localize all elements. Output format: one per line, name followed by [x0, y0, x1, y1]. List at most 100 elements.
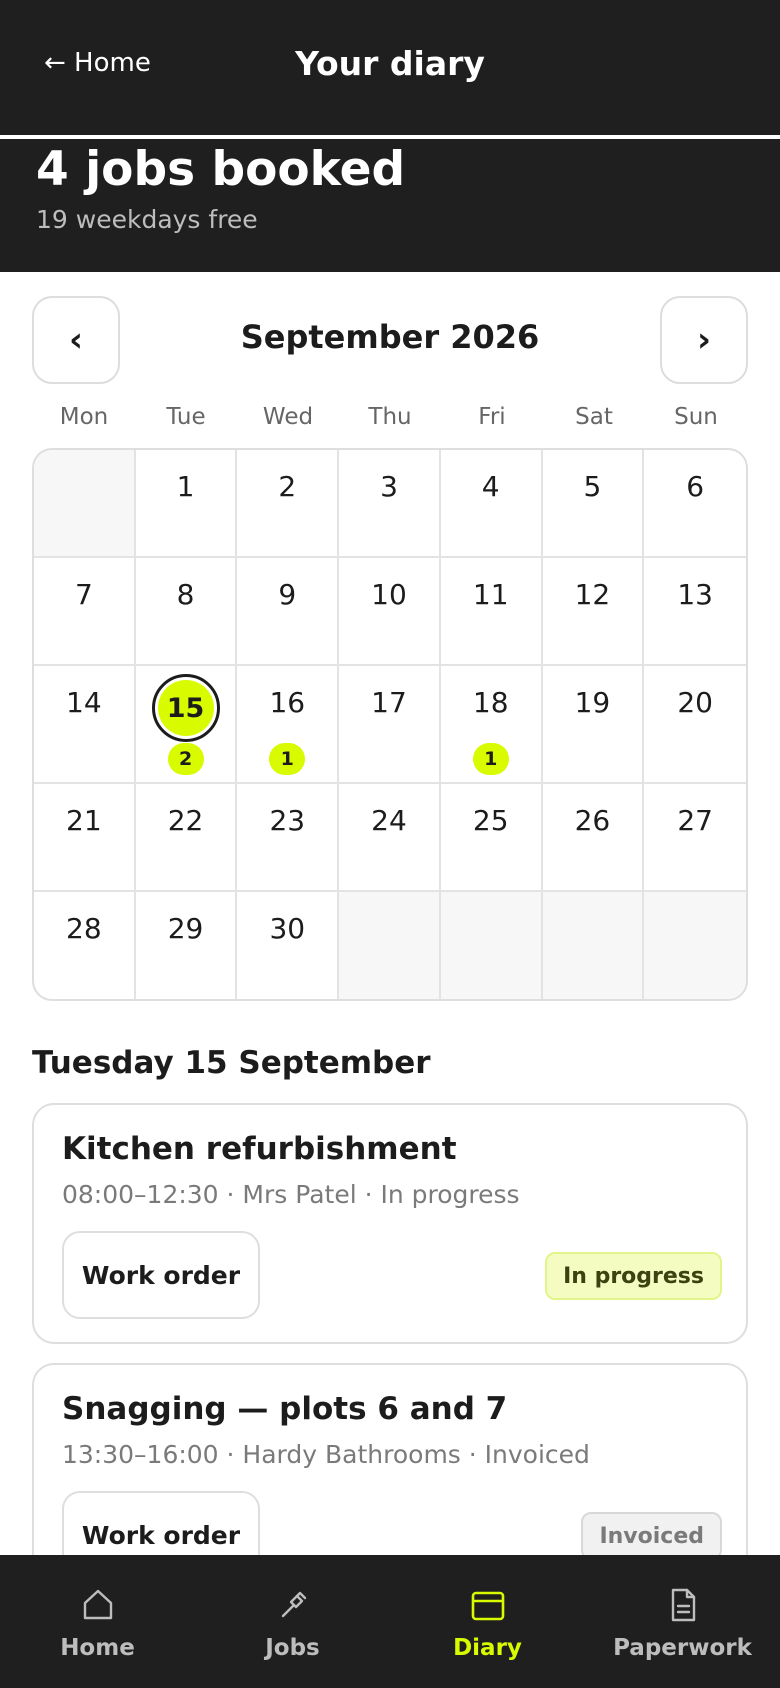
- day-number: 12: [574, 578, 611, 611]
- job-title: Snagging — plots 6 and 7: [62, 1391, 508, 1427]
- calendar-day[interactable]: 30: [237, 892, 340, 999]
- selected-day-number: 15: [157, 680, 214, 736]
- calendar-day[interactable]: 27: [644, 784, 746, 892]
- top-app-bar: ← Home Your diary: [0, 0, 780, 135]
- previous-month-button[interactable]: ‹: [32, 296, 120, 384]
- day-number: 14: [66, 686, 102, 719]
- day-number: 23: [269, 804, 306, 837]
- calendar-day[interactable]: 3: [339, 450, 441, 558]
- calendar-day[interactable]: 12: [542, 558, 645, 666]
- weekday-header: Mon Tue Wed Thu Fri Sat Sun: [33, 404, 747, 430]
- day-number: 27: [677, 804, 713, 837]
- calendar-empty-cell: [542, 892, 645, 999]
- calendar-day[interactable]: 2: [237, 450, 340, 558]
- nav-item-jobs[interactable]: Jobs: [195, 1555, 390, 1688]
- calendar-day[interactable]: 7: [34, 558, 136, 666]
- day-number: 16: [269, 686, 306, 719]
- day-number: 26: [574, 804, 611, 837]
- chevron-left-icon: ‹: [68, 320, 83, 360]
- nav-label: Jobs: [265, 1635, 320, 1661]
- calendar-empty-cell: [339, 892, 441, 999]
- day-number: 17: [371, 686, 407, 719]
- nav-item-home[interactable]: Home: [0, 1555, 195, 1688]
- work-order-button[interactable]: Work order: [62, 1231, 260, 1319]
- page-title: Your diary: [295, 44, 485, 83]
- weekday-label: Mon: [59, 404, 109, 430]
- home-icon: [83, 1589, 112, 1620]
- weekday-label: Thu: [368, 404, 412, 430]
- calendar-day[interactable]: 28: [34, 892, 136, 999]
- day-number: 19: [574, 686, 611, 719]
- day-number: 18: [472, 686, 509, 719]
- calendar-day[interactable]: 25: [440, 784, 543, 892]
- job-title: Kitchen refurbishment: [62, 1131, 457, 1167]
- weekday-label: Wed: [262, 404, 314, 430]
- calendar-day[interactable]: 5: [542, 450, 645, 558]
- status-badge: In progress: [545, 1252, 722, 1300]
- calendar-day[interactable]: 14: [34, 666, 136, 784]
- selected-day-heading: Tuesday 15 September: [32, 1045, 431, 1081]
- calendar-day[interactable]: 20: [644, 666, 746, 784]
- day-number: 3: [380, 470, 398, 503]
- calendar-day[interactable]: 4: [440, 450, 543, 558]
- calendar-day[interactable]: 23: [237, 784, 340, 892]
- day-number: 21: [66, 804, 102, 837]
- day-number: 30: [269, 912, 306, 945]
- nav-label: Paperwork: [613, 1635, 752, 1661]
- next-month-button[interactable]: ›: [660, 296, 748, 384]
- calendar-empty-cell: [34, 450, 136, 558]
- weekday-label: Fri: [478, 404, 506, 430]
- calendar-day[interactable]: 13: [644, 558, 746, 666]
- status-badge: Invoiced: [581, 1512, 722, 1560]
- calendar-day[interactable]: 10: [339, 558, 441, 666]
- weekday-label: Sun: [674, 404, 718, 430]
- calendar-day[interactable]: 22: [135, 784, 238, 892]
- day-number: 11: [472, 578, 509, 611]
- job-count-badge: 1: [472, 743, 509, 775]
- weekday-label: Tue: [166, 404, 206, 430]
- calendar-day[interactable]: 29: [136, 892, 238, 999]
- job-count-badge: 1: [269, 743, 306, 775]
- calendar-empty-cell: [440, 892, 543, 999]
- calendar-day[interactable]: 19: [542, 666, 645, 784]
- day-number: 5: [583, 470, 602, 503]
- day-number: 8: [176, 578, 195, 611]
- calendar-day[interactable]: 11: [440, 558, 543, 666]
- job-meta: 13:30–16:00 · Hardy Bathrooms · Invoiced: [62, 1440, 590, 1469]
- calendar-day[interactable]: 16 1: [237, 666, 340, 784]
- calendar-day[interactable]: 26: [542, 784, 645, 892]
- nav-label: Diary: [453, 1635, 522, 1661]
- nav-item-diary[interactable]: Diary: [390, 1555, 585, 1688]
- day-number: 9: [278, 578, 297, 611]
- calendar-day[interactable]: 8: [135, 558, 238, 666]
- weekday-label: Sat: [575, 404, 613, 430]
- day-number: 4: [481, 470, 500, 503]
- calendar-day[interactable]: 6: [644, 450, 746, 558]
- day-number: 2: [278, 470, 297, 503]
- calendar-day[interactable]: 18 1: [440, 666, 543, 784]
- nav-item-paperwork[interactable]: Paperwork: [585, 1555, 780, 1688]
- day-number: 7: [74, 578, 93, 611]
- calendar-day-selected[interactable]: 15 2: [135, 666, 238, 784]
- calendar-day[interactable]: 24: [339, 784, 441, 892]
- day-number: 29: [167, 912, 204, 945]
- day-number: 10: [371, 578, 407, 611]
- day-number: 13: [677, 578, 713, 611]
- day-number: 20: [677, 686, 713, 719]
- nav-label: Home: [60, 1635, 135, 1661]
- job-card[interactable]: Kitchen refurbishment 08:00–12:30 · Mrs …: [32, 1103, 748, 1344]
- calendar-day[interactable]: 9: [237, 558, 340, 666]
- calendar-day[interactable]: 1: [135, 450, 238, 558]
- weekdays-free-count: 19 weekdays free: [36, 205, 258, 234]
- hammer-icon: [281, 1591, 306, 1618]
- month-label: September 2026: [240, 318, 540, 356]
- day-number: 25: [472, 804, 509, 837]
- calendar-day[interactable]: 21: [34, 784, 136, 892]
- calendar-day[interactable]: 17: [339, 666, 441, 784]
- chevron-right-icon: ›: [696, 320, 711, 360]
- day-number: 22: [167, 804, 204, 837]
- calendar-empty-cell: [644, 892, 746, 999]
- calendar-icon: [471, 1591, 504, 1621]
- jobs-booked-count: 4 jobs booked: [36, 142, 406, 197]
- selected-day-marker: 15: [151, 674, 220, 742]
